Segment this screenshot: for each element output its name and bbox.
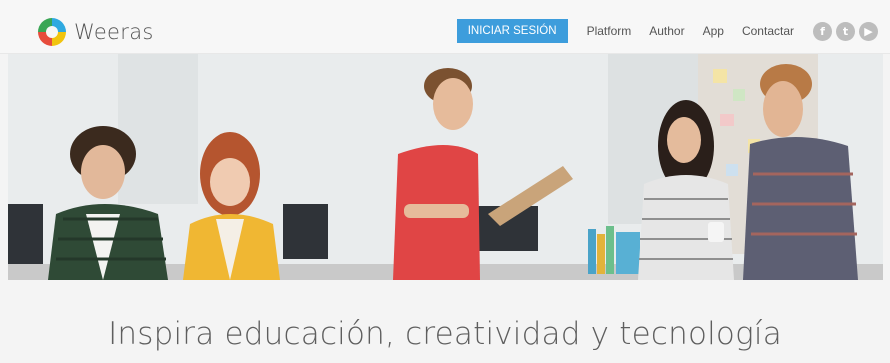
logo-icon	[38, 18, 66, 46]
social-links: f t ▶	[809, 21, 878, 41]
nav-link-platform[interactable]: Platform	[587, 24, 632, 38]
login-button[interactable]: INICIAR SESIÓN	[456, 19, 568, 43]
nav-link-author[interactable]: Author	[649, 24, 684, 38]
landing-page: Weeras INICIAR SESIÓN Platform Author Ap…	[0, 0, 890, 363]
hero-image	[8, 54, 883, 280]
brand-name: Weeras	[74, 20, 154, 44]
brand-logo[interactable]: Weeras	[38, 18, 154, 46]
hero-tagline: Inspira educación, creatividad y tecnolo…	[108, 316, 782, 352]
header: Weeras INICIAR SESIÓN Platform Author Ap…	[0, 0, 890, 54]
main-nav: INICIAR SESIÓN Platform Author App Conta…	[456, 19, 878, 43]
nav-link-contactar[interactable]: Contactar	[742, 24, 794, 38]
facebook-icon[interactable]: f	[813, 21, 832, 41]
hero-photo-illustration	[8, 54, 883, 280]
nav-link-app[interactable]: App	[703, 24, 724, 38]
twitter-icon[interactable]: t	[836, 21, 855, 41]
youtube-icon[interactable]: ▶	[859, 21, 878, 41]
